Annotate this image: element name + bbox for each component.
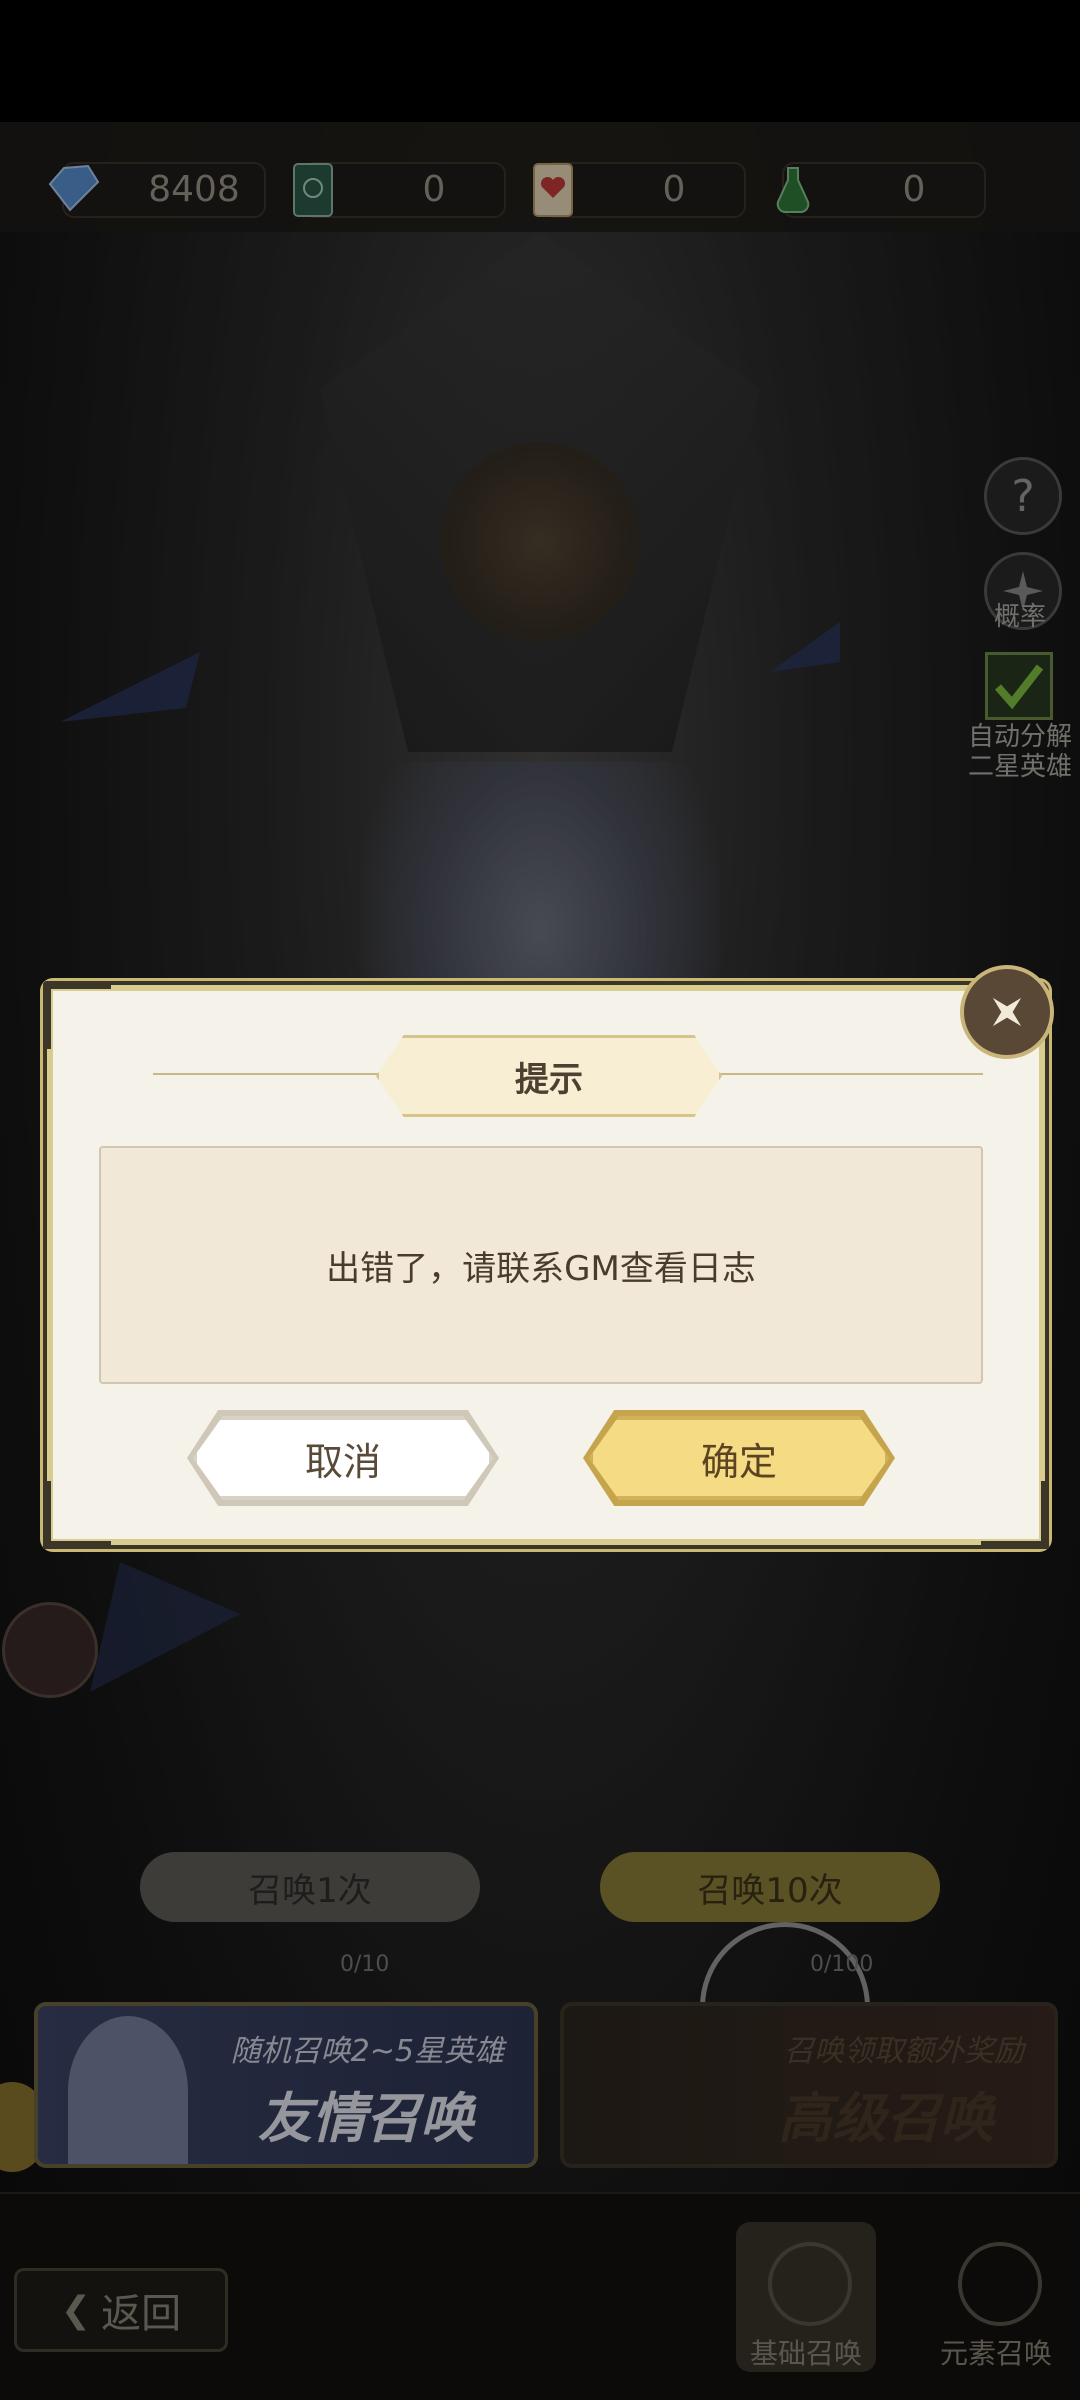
cancel-label: 取消 — [304, 1439, 381, 1484]
corner-ornament — [43, 981, 111, 1049]
title-divider — [713, 1073, 983, 1075]
confirm-button[interactable]: 确定 — [589, 1416, 889, 1500]
dialog-title: 提示 — [515, 1059, 583, 1100]
corner-ornament — [43, 1481, 111, 1549]
close-button[interactable] — [960, 965, 1054, 1059]
alert-dialog: 提示 出错了，请联系GM查看日志 取消 确定 — [43, 981, 1049, 1549]
dialog-message: 出错了，请联系GM查看日志 — [326, 1248, 756, 1289]
cancel-button[interactable]: 取消 — [193, 1416, 493, 1500]
corner-ornament — [981, 1481, 1049, 1549]
message-box: 出错了，请联系GM查看日志 — [99, 1146, 983, 1384]
dialog-title-plate: 提示 — [376, 1035, 722, 1117]
close-icon — [992, 997, 1022, 1027]
status-bar-area — [0, 0, 1080, 122]
confirm-label: 确定 — [700, 1439, 777, 1484]
